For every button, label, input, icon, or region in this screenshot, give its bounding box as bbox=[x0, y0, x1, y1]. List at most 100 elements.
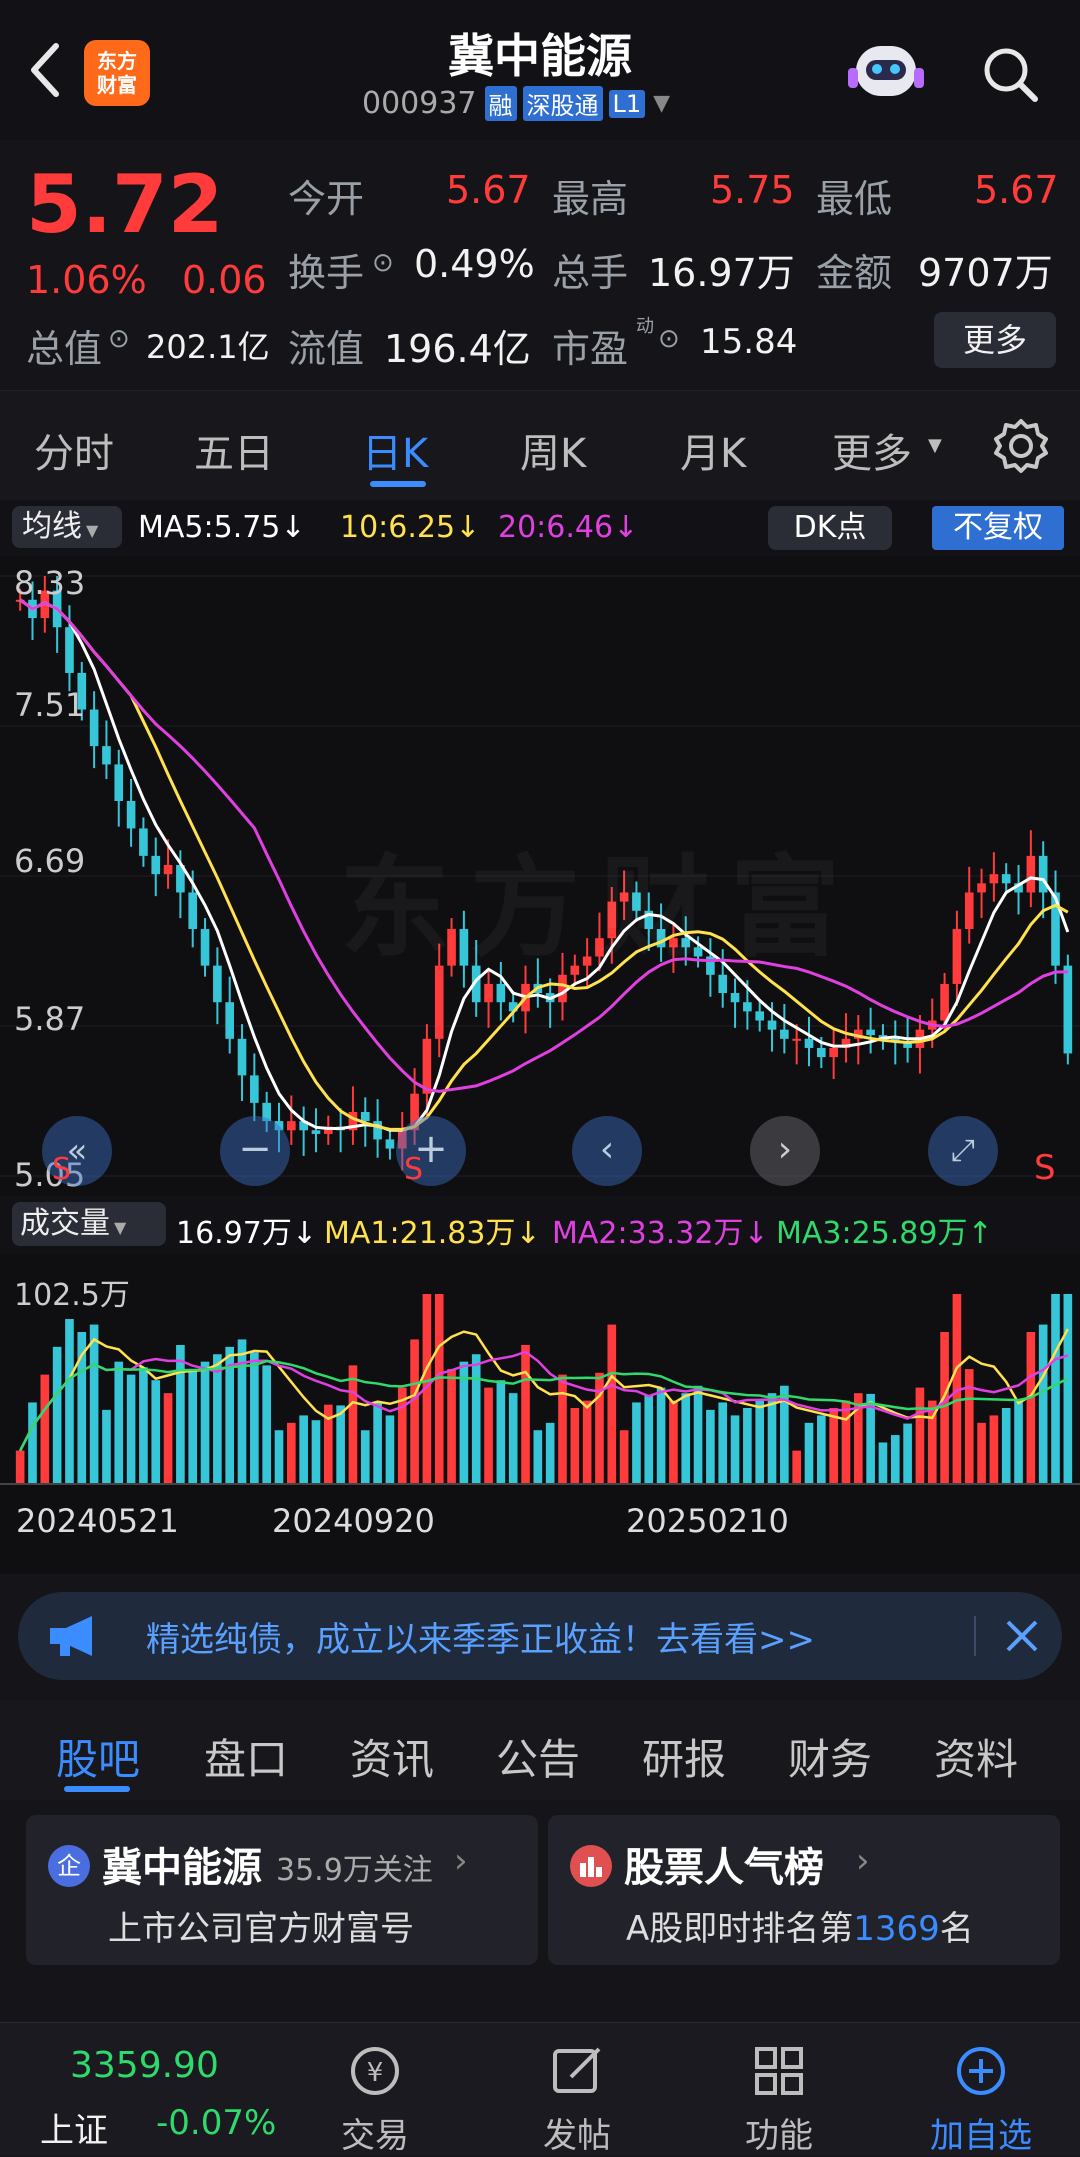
fullscreen-icon[interactable]: ⤢ bbox=[928, 1116, 998, 1186]
search-icon[interactable] bbox=[980, 44, 1040, 104]
volume-selector[interactable]: 成交量 ▼ bbox=[12, 1202, 166, 1246]
candle-body bbox=[755, 1011, 765, 1021]
volume-bar bbox=[817, 1415, 826, 1484]
nav-trade[interactable]: ¥ 交易 bbox=[300, 2043, 450, 2157]
candle-body bbox=[792, 1038, 801, 1041]
tab-intraday[interactable]: 分时 bbox=[34, 421, 114, 479]
tab-announcements[interactable]: 公告 bbox=[496, 1726, 580, 1787]
candle-body bbox=[730, 993, 740, 1003]
tab-news[interactable]: 资讯 bbox=[350, 1726, 434, 1787]
svg-text:¥: ¥ bbox=[367, 2058, 384, 2088]
candle-body bbox=[188, 892, 198, 930]
candle-body bbox=[989, 874, 999, 884]
chevron-right-icon: › bbox=[856, 1841, 870, 1881]
volume-bar bbox=[360, 1430, 370, 1484]
scroll-right-button[interactable]: › bbox=[750, 1116, 820, 1186]
adjust-button[interactable]: 不复权 bbox=[932, 506, 1064, 550]
nav-functions[interactable]: 功能 bbox=[704, 2043, 854, 2157]
volume-bar bbox=[1026, 1332, 1036, 1484]
volume-chart[interactable]: 102.5万 20240521 20240920 20250210 bbox=[0, 1254, 1080, 1574]
volume-bar bbox=[718, 1402, 728, 1484]
candle-body bbox=[1063, 965, 1073, 1054]
index-name[interactable]: 上证 bbox=[40, 2103, 108, 2152]
content-tabs: 股吧 盘口 资讯 公告 研报 财务 资料 bbox=[0, 1700, 1080, 1800]
high-value: 5.75 bbox=[710, 168, 795, 212]
candle-body bbox=[385, 1139, 395, 1149]
volume-bar bbox=[385, 1415, 395, 1484]
info-icon[interactable]: ⊙ bbox=[108, 324, 130, 354]
tab-five-day[interactable]: 五日 bbox=[194, 421, 274, 479]
candle-body bbox=[780, 1029, 789, 1039]
tab-monthly-k[interactable]: 月K bbox=[680, 421, 746, 479]
scroll-left-button[interactable]: ‹ bbox=[572, 1116, 642, 1186]
candle-body bbox=[237, 1038, 247, 1076]
index-value[interactable]: 3359.90 bbox=[70, 2045, 219, 2086]
volume-bar bbox=[250, 1352, 259, 1484]
sell-signal-marker: S bbox=[52, 1152, 72, 1187]
tab-more[interactable]: 更多 bbox=[832, 421, 912, 479]
tab-weekly-k[interactable]: 周K bbox=[520, 421, 586, 479]
volume-bar bbox=[1014, 1400, 1023, 1484]
pe-value: 15.84 bbox=[700, 322, 798, 362]
y-tick-label: 5.87 bbox=[14, 1000, 86, 1038]
robot-assistant-icon[interactable] bbox=[848, 38, 924, 110]
volume-indicator-bar: 成交量 ▼ 16.97万↓ MA1:21.83万↓ MA2:33.32万↓ MA3… bbox=[0, 1196, 1080, 1254]
sell-signal-marker: S bbox=[404, 1152, 424, 1187]
nav-add-watchlist[interactable]: 加自选 bbox=[906, 2043, 1056, 2157]
candlestick-chart[interactable]: 8.33 7.51 6.69 5.87 5.05 东方财富 « − + ‹ › … bbox=[0, 556, 1080, 1196]
tab-finance[interactable]: 财务 bbox=[788, 1726, 872, 1787]
dk-point-button[interactable]: DK点 bbox=[768, 506, 892, 550]
bottom-navigation: 3359.90 上证 -0.07% ¥ 交易 发帖 功能 加自选 bbox=[0, 2022, 1080, 2156]
info-icon[interactable]: ⊙ bbox=[658, 324, 680, 354]
banner-divider bbox=[974, 1616, 976, 1656]
volume-bar bbox=[1001, 1408, 1011, 1484]
zoom-out-button[interactable]: − bbox=[220, 1116, 290, 1186]
info-icon[interactable]: ⊙ bbox=[372, 248, 394, 278]
company-account-card[interactable]: 企 冀中能源 35.9万关注 › 上市公司官方财富号 bbox=[26, 1815, 538, 1965]
tab-profile[interactable]: 资料 bbox=[934, 1726, 1018, 1787]
stock-code-row: 000937 融 深股通 L1 ▼ bbox=[362, 86, 670, 121]
float-value: 196.4亿 bbox=[384, 327, 531, 371]
volume-bar bbox=[114, 1361, 124, 1484]
edit-icon bbox=[553, 2047, 601, 2093]
volume-bar bbox=[989, 1415, 999, 1484]
sell-signal-marker: S bbox=[1034, 1148, 1056, 1188]
volume-bar bbox=[213, 1354, 222, 1484]
volume-bar bbox=[188, 1369, 198, 1484]
candle-body bbox=[287, 1121, 296, 1131]
volume-bar bbox=[533, 1430, 543, 1484]
volume-bar bbox=[434, 1294, 444, 1484]
index-change[interactable]: -0.07% bbox=[156, 2103, 276, 2143]
tab-daily-k[interactable]: 日K bbox=[362, 421, 428, 479]
gear-icon[interactable] bbox=[990, 415, 1052, 477]
volume-bar bbox=[730, 1415, 740, 1484]
candle-body bbox=[311, 1130, 321, 1134]
promo-banner[interactable]: 精选纯债，成立以来季季正收益！去看看>> bbox=[18, 1592, 1062, 1680]
volume-bar bbox=[410, 1339, 419, 1484]
ma-selector[interactable]: 均线 ▼ bbox=[12, 506, 122, 548]
tab-orderbook[interactable]: 盘口 bbox=[204, 1726, 288, 1787]
open-label: 今开 bbox=[288, 177, 365, 221]
tab-research[interactable]: 研报 bbox=[642, 1726, 726, 1787]
volume-bar bbox=[508, 1393, 518, 1484]
candle-body bbox=[940, 983, 949, 1021]
turnover-value: 0.49% bbox=[414, 242, 535, 286]
ma5-value: MA5:5.75↓ bbox=[138, 510, 306, 545]
vol-ma3: MA3:25.89万↑ bbox=[776, 1216, 993, 1251]
more-button[interactable]: 更多 bbox=[934, 312, 1056, 368]
volume-bar bbox=[237, 1339, 247, 1484]
nav-post[interactable]: 发帖 bbox=[502, 2043, 652, 2157]
change-amount: 0.06 bbox=[182, 258, 267, 302]
close-icon[interactable] bbox=[1002, 1616, 1042, 1656]
popularity-rank-card[interactable]: 股票人气榜 › A股即时排名第1369名 bbox=[548, 1815, 1060, 1965]
chevron-right-icon: › bbox=[454, 1841, 468, 1881]
volume-bar bbox=[743, 1408, 752, 1484]
volume-bar bbox=[607, 1324, 617, 1484]
ma-indicator-bar: 均线 ▼ MA5:5.75↓ 10:6.25↓ 20:6.46↓ DK点 不复权 bbox=[0, 500, 1080, 556]
volume-bar bbox=[804, 1422, 814, 1484]
chevron-down-icon[interactable]: ▼ bbox=[653, 91, 670, 116]
tag-connect: 深股通 bbox=[522, 86, 603, 121]
mktcap-label: 总值 bbox=[26, 327, 103, 371]
volume-bar bbox=[890, 1435, 900, 1484]
tab-forum[interactable]: 股吧 bbox=[56, 1726, 140, 1787]
